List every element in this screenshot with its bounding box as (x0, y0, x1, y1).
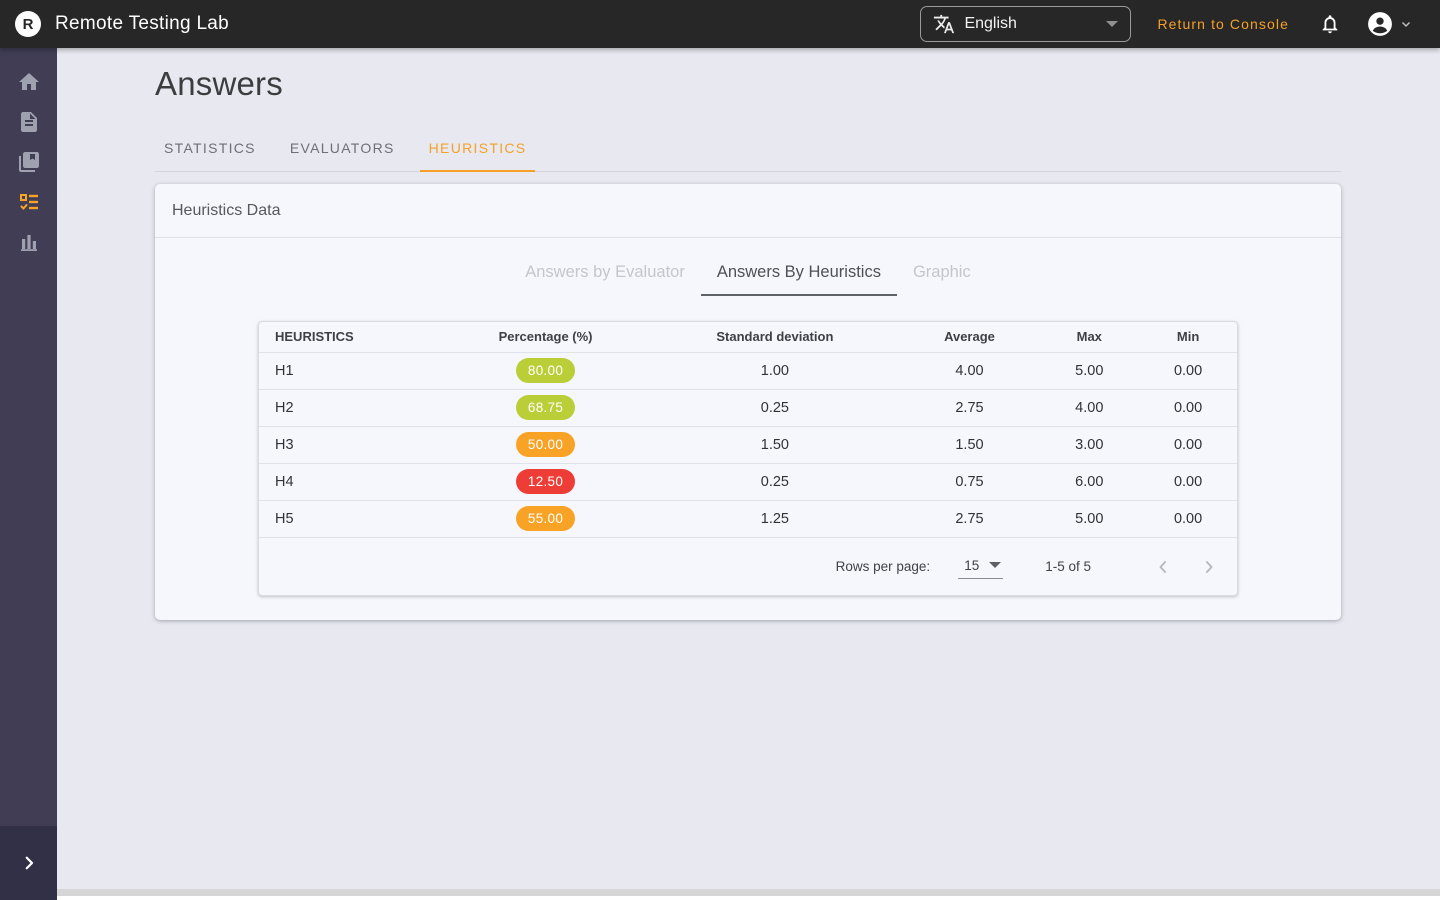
heuristics-table: HEURISTICS Percentage (%) Standard devia… (259, 322, 1237, 537)
account-menu-button[interactable] (1367, 11, 1412, 37)
std-deviation-cell: 1.50 (650, 425, 900, 463)
table-row: H3 50.00 1.50 1.50 3.00 0.00 (259, 425, 1237, 463)
card-header: Heuristics Data (155, 184, 1341, 238)
heuristic-cell: H2 (259, 388, 441, 426)
bar-chart-icon (17, 230, 41, 254)
tab-evaluators[interactable]: EVALUATORS (281, 128, 404, 172)
card-subtabs: Answers by Evaluator Answers By Heuristi… (155, 253, 1341, 296)
min-cell: 0.00 (1139, 462, 1237, 500)
table-row: H5 55.00 1.25 2.75 5.00 0.00 (259, 499, 1237, 537)
table-pagination: Rows per page: 15 1-5 of 5 (259, 537, 1237, 595)
heuristics-data-card: Heuristics Data Answers by Evaluator Ans… (155, 184, 1341, 620)
translate-icon (933, 13, 955, 35)
max-cell: 5.00 (1039, 499, 1140, 537)
checklist-icon (17, 190, 41, 214)
heuristic-cell: H3 (259, 425, 441, 463)
col-header-average: Average (944, 329, 995, 345)
average-cell: 0.75 (899, 462, 1040, 500)
max-cell: 4.00 (1039, 388, 1140, 426)
std-deviation-cell: 0.25 (650, 462, 900, 500)
language-value: English (964, 15, 1017, 32)
notifications-button[interactable] (1319, 13, 1341, 35)
tab-heuristics[interactable]: HEURISTICS (419, 128, 536, 172)
app-title: Remote Testing Lab (55, 13, 230, 34)
next-page-button[interactable] (1195, 553, 1223, 581)
percentage-badge: 80.00 (516, 358, 576, 383)
return-to-console-link[interactable]: Return to Console (1157, 16, 1289, 32)
card-title: Heuristics Data (172, 201, 281, 219)
chevron-down-icon (1400, 18, 1412, 30)
sidebar-item-statistics[interactable] (0, 222, 57, 262)
rows-per-page-value: 15 (964, 557, 980, 573)
page-tabs: STATISTICS EVALUATORS HEURISTICS (155, 128, 1341, 172)
max-cell: 3.00 (1039, 425, 1140, 463)
main-content: Answers STATISTICS EVALUATORS HEURISTICS… (57, 48, 1440, 889)
heuristic-cell: H4 (259, 462, 441, 500)
max-cell: 5.00 (1039, 351, 1140, 389)
previous-page-button[interactable] (1149, 553, 1177, 581)
sidebar (0, 48, 57, 900)
subtab-answers-by-heuristics[interactable]: Answers By Heuristics (700, 253, 897, 296)
document-icon (17, 110, 41, 134)
sidebar-expand-button[interactable] (0, 826, 57, 900)
top-app-bar: R Remote Testing Lab English Return to C… (0, 0, 1440, 48)
heuristics-table-container: HEURISTICS Percentage (%) Standard devia… (258, 321, 1238, 596)
logo-icon: R (15, 11, 41, 37)
dropdown-caret-icon (989, 562, 1002, 568)
col-header-std: Standard deviation (716, 329, 834, 345)
table-row: H4 12.50 0.25 0.75 6.00 0.00 (259, 462, 1237, 500)
table-header-row: HEURISTICS Percentage (%) Standard devia… (259, 322, 1237, 352)
home-icon (17, 70, 41, 94)
min-cell: 0.00 (1139, 499, 1237, 537)
min-cell: 0.00 (1139, 351, 1237, 389)
chevron-right-icon (20, 854, 38, 872)
col-header-min: Min (1176, 329, 1200, 345)
notifications-bell-icon (1319, 13, 1341, 35)
percentage-badge: 12.50 (516, 469, 576, 494)
horizontal-scrollbar-track (57, 889, 1440, 900)
sidebar-item-documents[interactable] (0, 102, 57, 142)
subtab-graphic[interactable]: Graphic (897, 253, 987, 296)
tab-statistics[interactable]: STATISTICS (155, 128, 265, 172)
table-row: H2 68.75 0.25 2.75 4.00 0.00 (259, 388, 1237, 426)
col-header-heuristics: HEURISTICS (275, 329, 354, 345)
std-deviation-cell: 0.25 (650, 388, 900, 426)
pagination-range: 1-5 of 5 (1045, 559, 1091, 574)
page-title: Answers (155, 65, 283, 102)
app-logo: R Remote Testing Lab (0, 11, 229, 37)
std-deviation-cell: 1.00 (650, 351, 900, 389)
col-header-max: Max (1076, 329, 1102, 345)
average-cell: 2.75 (899, 388, 1040, 426)
percentage-badge: 68.75 (516, 395, 576, 420)
heuristic-cell: H5 (259, 499, 441, 537)
sidebar-item-home[interactable] (0, 62, 57, 102)
percentage-badge: 50.00 (516, 432, 576, 457)
sidebar-item-library[interactable] (0, 142, 57, 182)
std-deviation-cell: 1.25 (650, 499, 900, 537)
sidebar-item-heuristics[interactable] (0, 182, 57, 222)
horizontal-scrollbar-thumb[interactable] (57, 889, 1440, 896)
table-row: H1 80.00 1.00 4.00 5.00 0.00 (259, 351, 1237, 389)
heuristic-cell: H1 (259, 351, 441, 389)
average-cell: 2.75 (899, 499, 1040, 537)
max-cell: 6.00 (1039, 462, 1140, 500)
col-header-percentage: Percentage (%) (498, 329, 593, 345)
library-books-icon (17, 150, 41, 174)
average-cell: 4.00 (899, 351, 1040, 389)
account-circle-icon (1367, 11, 1393, 37)
chevron-left-icon (1153, 557, 1173, 577)
language-selector[interactable]: English (920, 6, 1132, 42)
dropdown-caret-icon (1106, 21, 1119, 27)
min-cell: 0.00 (1139, 388, 1237, 426)
rows-per-page-select[interactable]: 15 (958, 555, 1004, 579)
chevron-right-icon (1199, 557, 1219, 577)
rows-per-page-label: Rows per page: (835, 559, 931, 574)
min-cell: 0.00 (1139, 425, 1237, 463)
subtab-answers-by-evaluator[interactable]: Answers by Evaluator (509, 253, 701, 296)
average-cell: 1.50 (899, 425, 1040, 463)
percentage-badge: 55.00 (516, 506, 576, 532)
